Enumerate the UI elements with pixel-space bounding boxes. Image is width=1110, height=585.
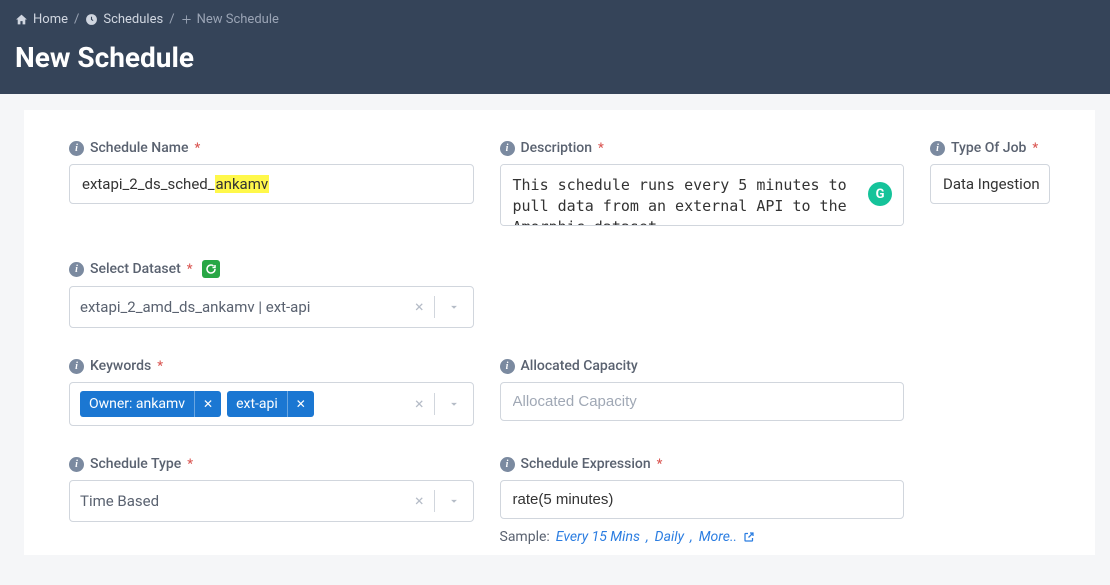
breadcrumb-new: New Schedule <box>181 12 279 27</box>
sample-link-15mins[interactable]: Every 15 Mins <box>556 529 640 545</box>
spacer-col <box>930 260 1050 328</box>
keywords-dropdown[interactable]: Owner: ankamv ✕ ext-api ✕ × <box>69 382 474 426</box>
allocated-capacity-label: Allocated Capacity <box>521 358 638 374</box>
schedule-type-value: Time Based <box>70 484 405 518</box>
sample-row: Sample: Every 15 Mins, Daily, More.. <box>500 529 905 545</box>
breadcrumb-schedules-label: Schedules <box>103 12 163 27</box>
chevron-down-icon[interactable] <box>435 397 473 411</box>
clear-icon[interactable]: × <box>405 299 434 315</box>
field-label: i Allocated Capacity <box>500 358 905 374</box>
field-schedule-name: i Schedule Name * extapi_2_ds_sched_anka… <box>69 140 474 230</box>
keywords-label: Keywords <box>90 358 151 374</box>
home-icon <box>15 13 28 26</box>
required-marker: * <box>194 141 200 156</box>
field-label: i Schedule Name * <box>69 140 474 156</box>
select-dataset-label: Select Dataset <box>90 261 181 277</box>
grammarly-icon[interactable]: G <box>868 182 892 206</box>
keywords-value: Owner: ankamv ✕ ext-api ✕ <box>70 383 405 425</box>
field-schedule-expression: i Schedule Expression * Sample: Every 15… <box>500 456 905 545</box>
schedule-expression-input[interactable] <box>500 480 905 519</box>
type-of-job-input[interactable]: Data Ingestion <box>930 164 1050 204</box>
field-label: i Select Dataset * <box>69 260 474 278</box>
form-content: i Schedule Name * extapi_2_ds_sched_anka… <box>24 110 1095 555</box>
type-of-job-label: Type Of Job <box>951 140 1026 156</box>
schedule-type-label: Schedule Type <box>90 456 181 472</box>
external-link-icon[interactable] <box>743 531 755 543</box>
schedule-name-input[interactable]: extapi_2_ds_sched_ankamv <box>69 164 474 204</box>
required-marker: * <box>187 457 193 472</box>
field-label: i Type Of Job * <box>930 140 1050 156</box>
field-keywords: i Keywords * Owner: ankamv ✕ ext-api ✕ × <box>69 358 474 426</box>
clear-icon[interactable]: × <box>405 396 434 412</box>
keyword-tag-label: ext-api <box>227 391 287 417</box>
field-type-of-job: i Type Of Job * Data Ingestion <box>930 140 1050 230</box>
tag-remove-icon[interactable]: ✕ <box>194 391 221 417</box>
keyword-tag: Owner: ankamv ✕ <box>80 391 221 417</box>
spacer-col <box>500 260 905 328</box>
field-label: i Keywords * <box>69 358 474 374</box>
description-label: Description <box>521 140 593 156</box>
sample-label: Sample: <box>500 529 550 545</box>
keyword-tag: ext-api ✕ <box>227 391 314 417</box>
spacer-col <box>930 358 1050 426</box>
info-icon[interactable]: i <box>500 141 515 156</box>
required-marker: * <box>598 141 604 156</box>
schedule-name-value-highlight: ankamv <box>215 175 270 193</box>
description-input[interactable]: This schedule runs every 5 minutes to pu… <box>500 164 905 226</box>
allocated-capacity-input[interactable] <box>500 382 905 421</box>
info-icon[interactable]: i <box>69 262 84 277</box>
page-header: Home / Schedules / New Schedule New Sche… <box>0 0 1110 94</box>
chevron-down-icon[interactable] <box>435 300 473 314</box>
required-marker: * <box>1032 141 1038 156</box>
info-icon[interactable]: i <box>500 359 515 374</box>
info-icon[interactable]: i <box>69 359 84 374</box>
required-marker: * <box>157 359 163 374</box>
form-row: i Schedule Name * extapi_2_ds_sched_anka… <box>69 140 1050 230</box>
select-dataset-dropdown[interactable]: extapi_2_amd_ds_ankamv | ext-api × <box>69 286 474 328</box>
schedule-name-value-prefix: extapi_2_ds_sched_ <box>82 175 215 193</box>
breadcrumb: Home / Schedules / New Schedule <box>15 12 1095 27</box>
field-label: i Schedule Type * <box>69 456 474 472</box>
plus-icon <box>181 14 192 25</box>
field-select-dataset: i Select Dataset * extapi_2_amd_ds_ankam… <box>69 260 474 328</box>
keyword-tag-label: Owner: ankamv <box>80 391 194 417</box>
schedule-name-label: Schedule Name <box>90 140 188 156</box>
breadcrumb-new-label: New Schedule <box>197 12 279 27</box>
field-allocated-capacity: i Allocated Capacity <box>500 358 905 426</box>
info-icon[interactable]: i <box>69 141 84 156</box>
field-label: i Schedule Expression * <box>500 456 905 472</box>
clear-icon[interactable]: × <box>405 493 434 509</box>
schedule-expression-label: Schedule Expression <box>521 456 651 472</box>
info-icon[interactable]: i <box>930 141 945 156</box>
select-dataset-value: extapi_2_amd_ds_ankamv | ext-api <box>70 290 405 324</box>
page-title: New Schedule <box>15 41 1095 74</box>
schedule-type-dropdown[interactable]: Time Based × <box>69 480 474 522</box>
breadcrumb-sep: / <box>74 12 79 27</box>
sample-link-more[interactable]: More.. <box>699 529 737 545</box>
info-icon[interactable]: i <box>69 457 84 472</box>
info-icon[interactable]: i <box>500 457 515 472</box>
required-marker: * <box>657 457 663 472</box>
field-label: i Description * <box>500 140 905 156</box>
form-row: i Schedule Type * Time Based × i Schedul… <box>69 456 1050 545</box>
chevron-down-icon[interactable] <box>435 494 473 508</box>
spacer-col <box>930 456 1050 545</box>
refresh-icon[interactable] <box>202 260 220 278</box>
breadcrumb-home[interactable]: Home <box>15 12 68 27</box>
breadcrumb-home-label: Home <box>33 12 68 27</box>
description-wrap: This schedule runs every 5 minutes to pu… <box>500 164 905 230</box>
form-row: i Select Dataset * extapi_2_amd_ds_ankam… <box>69 260 1050 328</box>
tag-remove-icon[interactable]: ✕ <box>287 391 314 417</box>
breadcrumb-schedules[interactable]: Schedules <box>85 12 163 27</box>
sample-link-daily[interactable]: Daily <box>655 529 684 545</box>
form-row: i Keywords * Owner: ankamv ✕ ext-api ✕ × <box>69 358 1050 426</box>
breadcrumb-sep: / <box>169 12 174 27</box>
field-schedule-type: i Schedule Type * Time Based × <box>69 456 474 545</box>
required-marker: * <box>187 262 193 277</box>
clock-icon <box>85 13 98 26</box>
field-description: i Description * This schedule runs every… <box>500 140 905 230</box>
